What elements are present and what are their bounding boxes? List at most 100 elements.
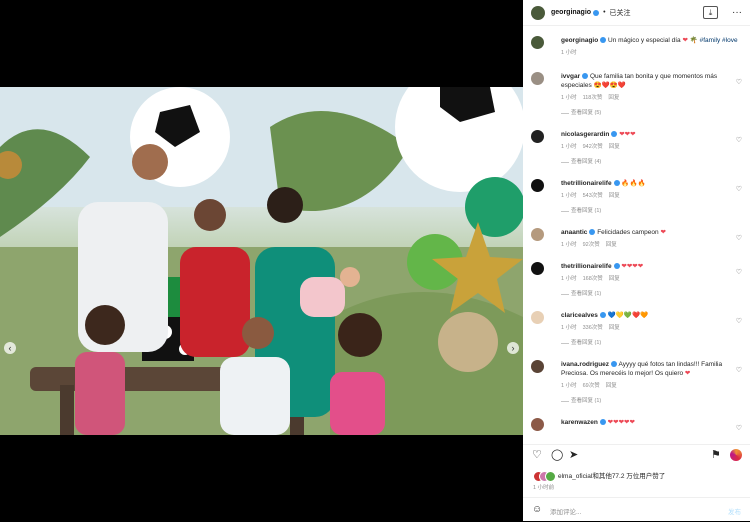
view-replies-link[interactable]: 查看回复 (1) bbox=[561, 397, 742, 406]
comment-emoji: ❤❤❤❤ bbox=[621, 263, 644, 270]
verified-icon bbox=[600, 37, 607, 44]
post-caption: georginagio Un mágico y especial día ❤ 🌴… bbox=[523, 36, 750, 58]
likes-summary[interactable]: elma_oficial和其他77.2 万位用户赞了 bbox=[533, 470, 665, 482]
verified-icon bbox=[613, 263, 620, 270]
comment-username[interactable]: thetrillionairelife bbox=[561, 263, 612, 270]
hashtag-love[interactable]: #love bbox=[722, 37, 738, 44]
view-replies-link[interactable]: 查看回复 (1) bbox=[561, 207, 742, 216]
comment-emoji: ❤❤❤❤❤ bbox=[607, 419, 635, 426]
avatar[interactable] bbox=[531, 179, 544, 192]
heart-icon[interactable]: ♡ bbox=[736, 78, 742, 87]
comment-username[interactable]: claricealves bbox=[561, 312, 598, 319]
heart-icon[interactable]: ♡ bbox=[736, 234, 742, 243]
list-item: nicolasgerardin ❤❤❤ 1 小时 942次赞 回复 查看回复 (4)… bbox=[523, 130, 750, 167]
heart-icon[interactable]: ♡ bbox=[736, 366, 742, 375]
view-replies-link[interactable]: 查看回复 (4) bbox=[561, 158, 742, 167]
comment-meta: 1 小时 543次赞 回复 bbox=[561, 193, 620, 199]
next-photo-button[interactable]: › bbox=[507, 342, 519, 354]
download-icon[interactable]: ⤓ bbox=[703, 6, 718, 19]
caption-username[interactable]: georginagio bbox=[561, 37, 598, 44]
reels-badge-icon[interactable] bbox=[730, 449, 742, 461]
prev-photo-button[interactable]: ‹ bbox=[4, 342, 16, 354]
comment-emoji: ❤ bbox=[684, 370, 691, 377]
list-item: claricealves 💙💛💚❤️🧡 1 小时 336次赞 回复 查看回复 (1)… bbox=[523, 311, 750, 348]
heart-icon[interactable]: ♡ bbox=[736, 268, 742, 277]
comment-meta: 1 小时 118次赞 回复 bbox=[561, 95, 620, 101]
heart-icon[interactable]: ♡ bbox=[736, 317, 742, 326]
avatar[interactable] bbox=[531, 5, 545, 20]
verified-icon bbox=[599, 312, 606, 319]
view-replies-link[interactable]: 查看回复 (1) bbox=[561, 339, 742, 348]
avatar[interactable] bbox=[531, 72, 544, 85]
liker-avatars bbox=[533, 470, 556, 482]
comment-emoji: 😍❤️😍❤️ bbox=[593, 82, 626, 89]
view-replies-link[interactable]: 查看回复 (5) bbox=[561, 109, 742, 118]
comment-username[interactable]: thetrillionairelife bbox=[561, 180, 612, 187]
media-viewer: ‹ › bbox=[0, 0, 523, 521]
comment-meta: 1 小时 168次赞 回复 bbox=[561, 276, 620, 282]
add-comment-bar: ☺ 添加评论... 发布 bbox=[523, 497, 750, 522]
like-icon[interactable]: ♡ bbox=[532, 450, 542, 461]
caption-time: 1 小时 bbox=[561, 50, 577, 56]
post-photo: ‹ › bbox=[0, 87, 523, 435]
avatar bbox=[545, 470, 556, 482]
verified-icon bbox=[593, 9, 600, 16]
comment-username[interactable]: karenwazen bbox=[561, 419, 598, 426]
comment-input[interactable]: 添加评论... bbox=[550, 506, 581, 516]
verified-icon bbox=[589, 229, 596, 236]
verified-icon bbox=[611, 131, 618, 138]
follow-status[interactable]: 已关注 bbox=[610, 8, 631, 18]
avatar[interactable] bbox=[531, 418, 544, 431]
family-photo-illustration bbox=[0, 87, 523, 435]
emoji-icon[interactable]: ☺ bbox=[532, 504, 542, 515]
comment-meta: 1 小时 942次赞 回复 bbox=[561, 144, 620, 150]
comment-icon[interactable]: ◯ bbox=[551, 450, 563, 461]
likes-text[interactable]: elma_oficial和其他77.2 万位用户赞了 bbox=[558, 470, 665, 480]
comment-emoji: 💙💛💚❤️🧡 bbox=[607, 312, 649, 319]
list-item: thetrillionairelife ❤❤❤❤ 1 小时 168次赞 回复 查看回… bbox=[523, 262, 750, 299]
comment-username[interactable]: nicolasgerardin bbox=[561, 131, 609, 138]
comments-list: georginagio Un mágico y especial día ❤ 🌴… bbox=[523, 28, 750, 440]
heart-icon[interactable]: ♡ bbox=[736, 424, 742, 433]
comment-emoji: ❤❤❤ bbox=[619, 131, 636, 138]
comment-meta: 1 小时 69次赞 回复 bbox=[561, 383, 617, 389]
verified-icon bbox=[599, 419, 606, 426]
avatar[interactable] bbox=[531, 36, 544, 49]
comment-username[interactable]: ivvgar bbox=[561, 73, 580, 80]
list-item: karenwazen ❤❤❤❤❤ ♡ bbox=[523, 418, 750, 432]
bookmark-icon[interactable]: ⚑ bbox=[711, 450, 721, 461]
post-time: 1 小时前 bbox=[533, 485, 555, 491]
avatar[interactable] bbox=[531, 228, 544, 241]
post-comment-button[interactable]: 发布 bbox=[728, 506, 741, 516]
comment-username[interactable]: ivana.rodriguez bbox=[561, 361, 609, 368]
heart-icon[interactable]: ♡ bbox=[736, 136, 742, 145]
comment-text: Felicidades campeon bbox=[597, 229, 659, 236]
heart-emoji: ❤ bbox=[682, 37, 688, 44]
share-icon[interactable]: ➤ bbox=[569, 450, 578, 461]
list-item: ivvgar Que familia tan bonita y que mome… bbox=[523, 72, 750, 118]
list-item: ivana.rodriguez Ayyyy qué fotos tan lind… bbox=[523, 360, 750, 406]
comment-emoji: ❤ bbox=[660, 229, 666, 236]
avatar[interactable] bbox=[531, 360, 544, 373]
avatar[interactable] bbox=[531, 262, 544, 275]
hashtag-family[interactable]: #family bbox=[700, 37, 721, 44]
list-item: anaantic Felicidades campeon ❤ 1 小时 92次赞回… bbox=[523, 228, 750, 250]
view-replies-link[interactable]: 查看回复 (1) bbox=[561, 290, 742, 299]
post-username[interactable]: georginagio bbox=[551, 9, 591, 16]
avatar[interactable] bbox=[531, 130, 544, 143]
action-bar: ♡ ◯ ➤ ⚑ bbox=[523, 444, 750, 465]
post-header: georginagio • 已关注 ⤓ ··· bbox=[523, 0, 750, 26]
heart-icon[interactable]: ♡ bbox=[736, 185, 742, 194]
verified-icon bbox=[611, 361, 618, 368]
emoji-icon: 🌴 bbox=[689, 37, 698, 44]
caption-text: Un mágico y especial día bbox=[608, 37, 681, 44]
comment-meta: 1 小时 336次赞 回复 bbox=[561, 325, 620, 331]
more-options-icon[interactable]: ··· bbox=[732, 7, 742, 18]
verified-icon bbox=[582, 73, 589, 80]
avatar[interactable] bbox=[531, 311, 544, 324]
comment-username[interactable]: anaantic bbox=[561, 229, 587, 236]
list-item: thetrillionairelife 🔥🔥🔥 1 小时 543次赞 回复 查看回复… bbox=[523, 179, 750, 216]
post-sidebar: georginagio • 已关注 ⤓ ··· georginagio Un m… bbox=[523, 0, 750, 521]
comment-emoji: 🔥🔥🔥 bbox=[621, 180, 646, 187]
comment-meta: 1 小时 92次赞 回复 bbox=[561, 242, 617, 248]
